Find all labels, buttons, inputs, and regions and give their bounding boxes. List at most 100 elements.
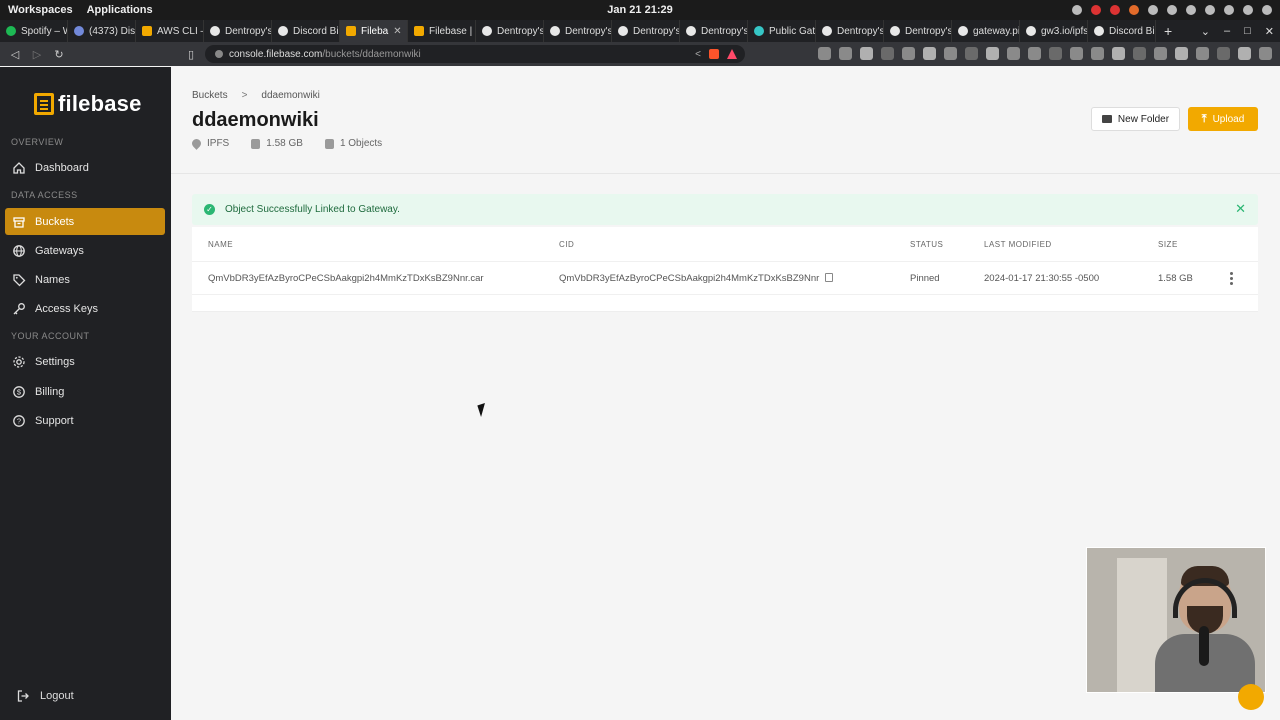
extension-icon[interactable]	[860, 47, 873, 60]
brave-rewards-icon[interactable]	[727, 48, 737, 59]
upload-button[interactable]: ⤒ Upload	[1188, 107, 1258, 131]
app-tray-icon[interactable]	[1148, 5, 1158, 15]
browser-tab[interactable]: gateway.pi	[952, 20, 1020, 42]
sidebar-item-label: Gateways	[35, 244, 84, 257]
wallet-icon[interactable]	[1238, 47, 1251, 60]
sidebar-item-gateways[interactable]: Gateways	[5, 237, 165, 264]
extension-icon[interactable]	[1091, 47, 1104, 60]
sidebar-toggle-icon[interactable]	[1217, 47, 1230, 60]
browser-tab[interactable]: Dentropy's	[476, 20, 544, 42]
column-header-size[interactable]: SIZE	[1158, 240, 1178, 249]
new-folder-button[interactable]: New Folder	[1091, 107, 1180, 131]
object-cid-cell: QmVbDR3yEfAzByroCPeCSbAakgpi2h4MmKzTDxKs…	[559, 273, 834, 284]
browser-tab[interactable]: AWS CLI – F	[136, 20, 204, 42]
browser-tab[interactable]: Dentropy's	[884, 20, 952, 42]
browser-tab[interactable]: Public Gate	[748, 20, 816, 42]
new-tab-icon[interactable]: +	[1156, 23, 1180, 39]
browser-tab[interactable]: Dentropy's	[544, 20, 612, 42]
browser-tab[interactable]: (4373) Disc	[68, 20, 136, 42]
forward-icon[interactable]: ▷	[26, 48, 48, 61]
more-options-icon[interactable]	[1230, 272, 1234, 285]
extension-icon[interactable]	[923, 47, 936, 60]
extension-icon[interactable]	[1196, 47, 1209, 60]
copy-icon[interactable]	[825, 273, 834, 282]
power-icon[interactable]	[1262, 5, 1272, 15]
divider	[171, 173, 1280, 174]
logout-button[interactable]: Logout	[16, 689, 74, 703]
share-icon[interactable]: <	[695, 49, 701, 60]
extension-icon[interactable]	[818, 47, 831, 60]
browser-tab[interactable]: Filebase | U	[408, 20, 476, 42]
extension-icon[interactable]	[881, 47, 894, 60]
column-header-cid[interactable]: CID	[559, 240, 574, 249]
volume-icon[interactable]	[1224, 5, 1234, 15]
object-name[interactable]: QmVbDR3yEfAzByroCPeCSbAakgpi2h4MmKzTDxKs…	[208, 273, 484, 284]
sidebar-item-billing[interactable]: $ Billing	[5, 378, 165, 405]
extension-icon[interactable]	[1175, 47, 1188, 60]
tab-favicon-icon	[278, 26, 288, 36]
browser-tab[interactable]: Dentropy's	[204, 20, 272, 42]
filebase-logo[interactable]: filebase	[34, 91, 142, 117]
extension-icon[interactable]	[986, 47, 999, 60]
table-row[interactable]: QmVbDR3yEfAzByroCPeCSbAakgpi2h4MmKzTDxKs…	[192, 261, 1258, 295]
sidebar-item-names[interactable]: Names	[5, 266, 165, 293]
workspaces-menu[interactable]: Workspaces	[8, 4, 73, 16]
extension-icon[interactable]	[944, 47, 957, 60]
back-icon[interactable]: ◁	[4, 48, 26, 61]
extension-icon[interactable]	[1028, 47, 1041, 60]
breadcrumb-buckets[interactable]: Buckets	[192, 90, 228, 101]
discord-tray-icon[interactable]	[1072, 5, 1082, 15]
microphone-icon[interactable]	[1243, 5, 1253, 15]
browser-tab[interactable]: gw3.io/ipfs	[1020, 20, 1088, 42]
column-header-name[interactable]: NAME	[208, 240, 233, 249]
browser-tab[interactable]: Dentropy's	[612, 20, 680, 42]
extension-icon[interactable]	[839, 47, 852, 60]
sidebar-item-settings[interactable]: Settings	[5, 348, 165, 375]
logo-text: filebase	[58, 91, 142, 116]
extension-icon[interactable]	[1133, 47, 1146, 60]
close-window-icon[interactable]: ✕	[1265, 25, 1274, 38]
extension-icon[interactable]	[902, 47, 915, 60]
steam-tray-icon[interactable]	[1167, 5, 1177, 15]
sidebar-item-support[interactable]: ? Support	[5, 407, 165, 434]
browser-tab[interactable]: Spotify – W	[0, 20, 68, 42]
close-icon[interactable]: ✕	[1235, 201, 1246, 217]
sidebar-item-access-keys[interactable]: Access Keys	[5, 295, 165, 322]
app-tray-icon[interactable]	[1091, 5, 1101, 15]
extension-icon[interactable]	[1070, 47, 1083, 60]
browser-tab[interactable]: Dentropy's	[816, 20, 884, 42]
reload-icon[interactable]: ↻	[48, 48, 70, 61]
tab-close-icon[interactable]: ✕	[393, 26, 401, 37]
site-info-icon[interactable]	[215, 50, 223, 58]
extension-icon[interactable]	[1007, 47, 1020, 60]
tab-favicon-icon	[210, 26, 220, 36]
column-header-last-modified[interactable]: LAST MODIFIED	[984, 240, 1052, 249]
column-header-status[interactable]: STATUS	[910, 240, 943, 249]
bookmark-icon[interactable]: ▯	[180, 48, 202, 61]
address-bar[interactable]: console.filebase.com/buckets/ddaemonwiki…	[205, 45, 745, 63]
brave-shields-icon[interactable]	[709, 48, 719, 59]
network-icon[interactable]	[1205, 5, 1215, 15]
mega-tray-icon[interactable]	[1110, 5, 1120, 15]
sidebar-item-dashboard[interactable]: Dashboard	[5, 154, 165, 181]
extension-icon[interactable]	[1049, 47, 1062, 60]
browser-tab[interactable]: Fileba ✕	[340, 20, 408, 42]
extension-icon[interactable]	[1154, 47, 1167, 60]
extension-icon[interactable]	[965, 47, 978, 60]
minimize-icon[interactable]: –	[1224, 25, 1230, 38]
applications-menu[interactable]: Applications	[87, 4, 153, 16]
chevron-down-icon[interactable]: ⌄	[1201, 25, 1210, 38]
extension-icon[interactable]	[1112, 47, 1125, 60]
brave-tray-icon[interactable]	[1129, 5, 1139, 15]
menu-icon[interactable]	[1259, 47, 1272, 60]
browser-tab[interactable]: Discord Bi	[1088, 20, 1156, 42]
browser-tab[interactable]: Discord Bi	[272, 20, 340, 42]
maximize-icon[interactable]: □	[1244, 25, 1251, 38]
browser-tab[interactable]: Dentropy's	[680, 20, 748, 42]
extension-tray-icon[interactable]	[1186, 5, 1196, 15]
page-title: ddaemonwiki	[192, 109, 319, 131]
object-status: Pinned	[910, 273, 940, 284]
sidebar-item-buckets[interactable]: Buckets	[5, 208, 165, 235]
chat-widget-button[interactable]	[1238, 684, 1264, 710]
objects-table: NAME CID STATUS LAST MODIFIED SIZE QmVbD…	[192, 227, 1258, 312]
